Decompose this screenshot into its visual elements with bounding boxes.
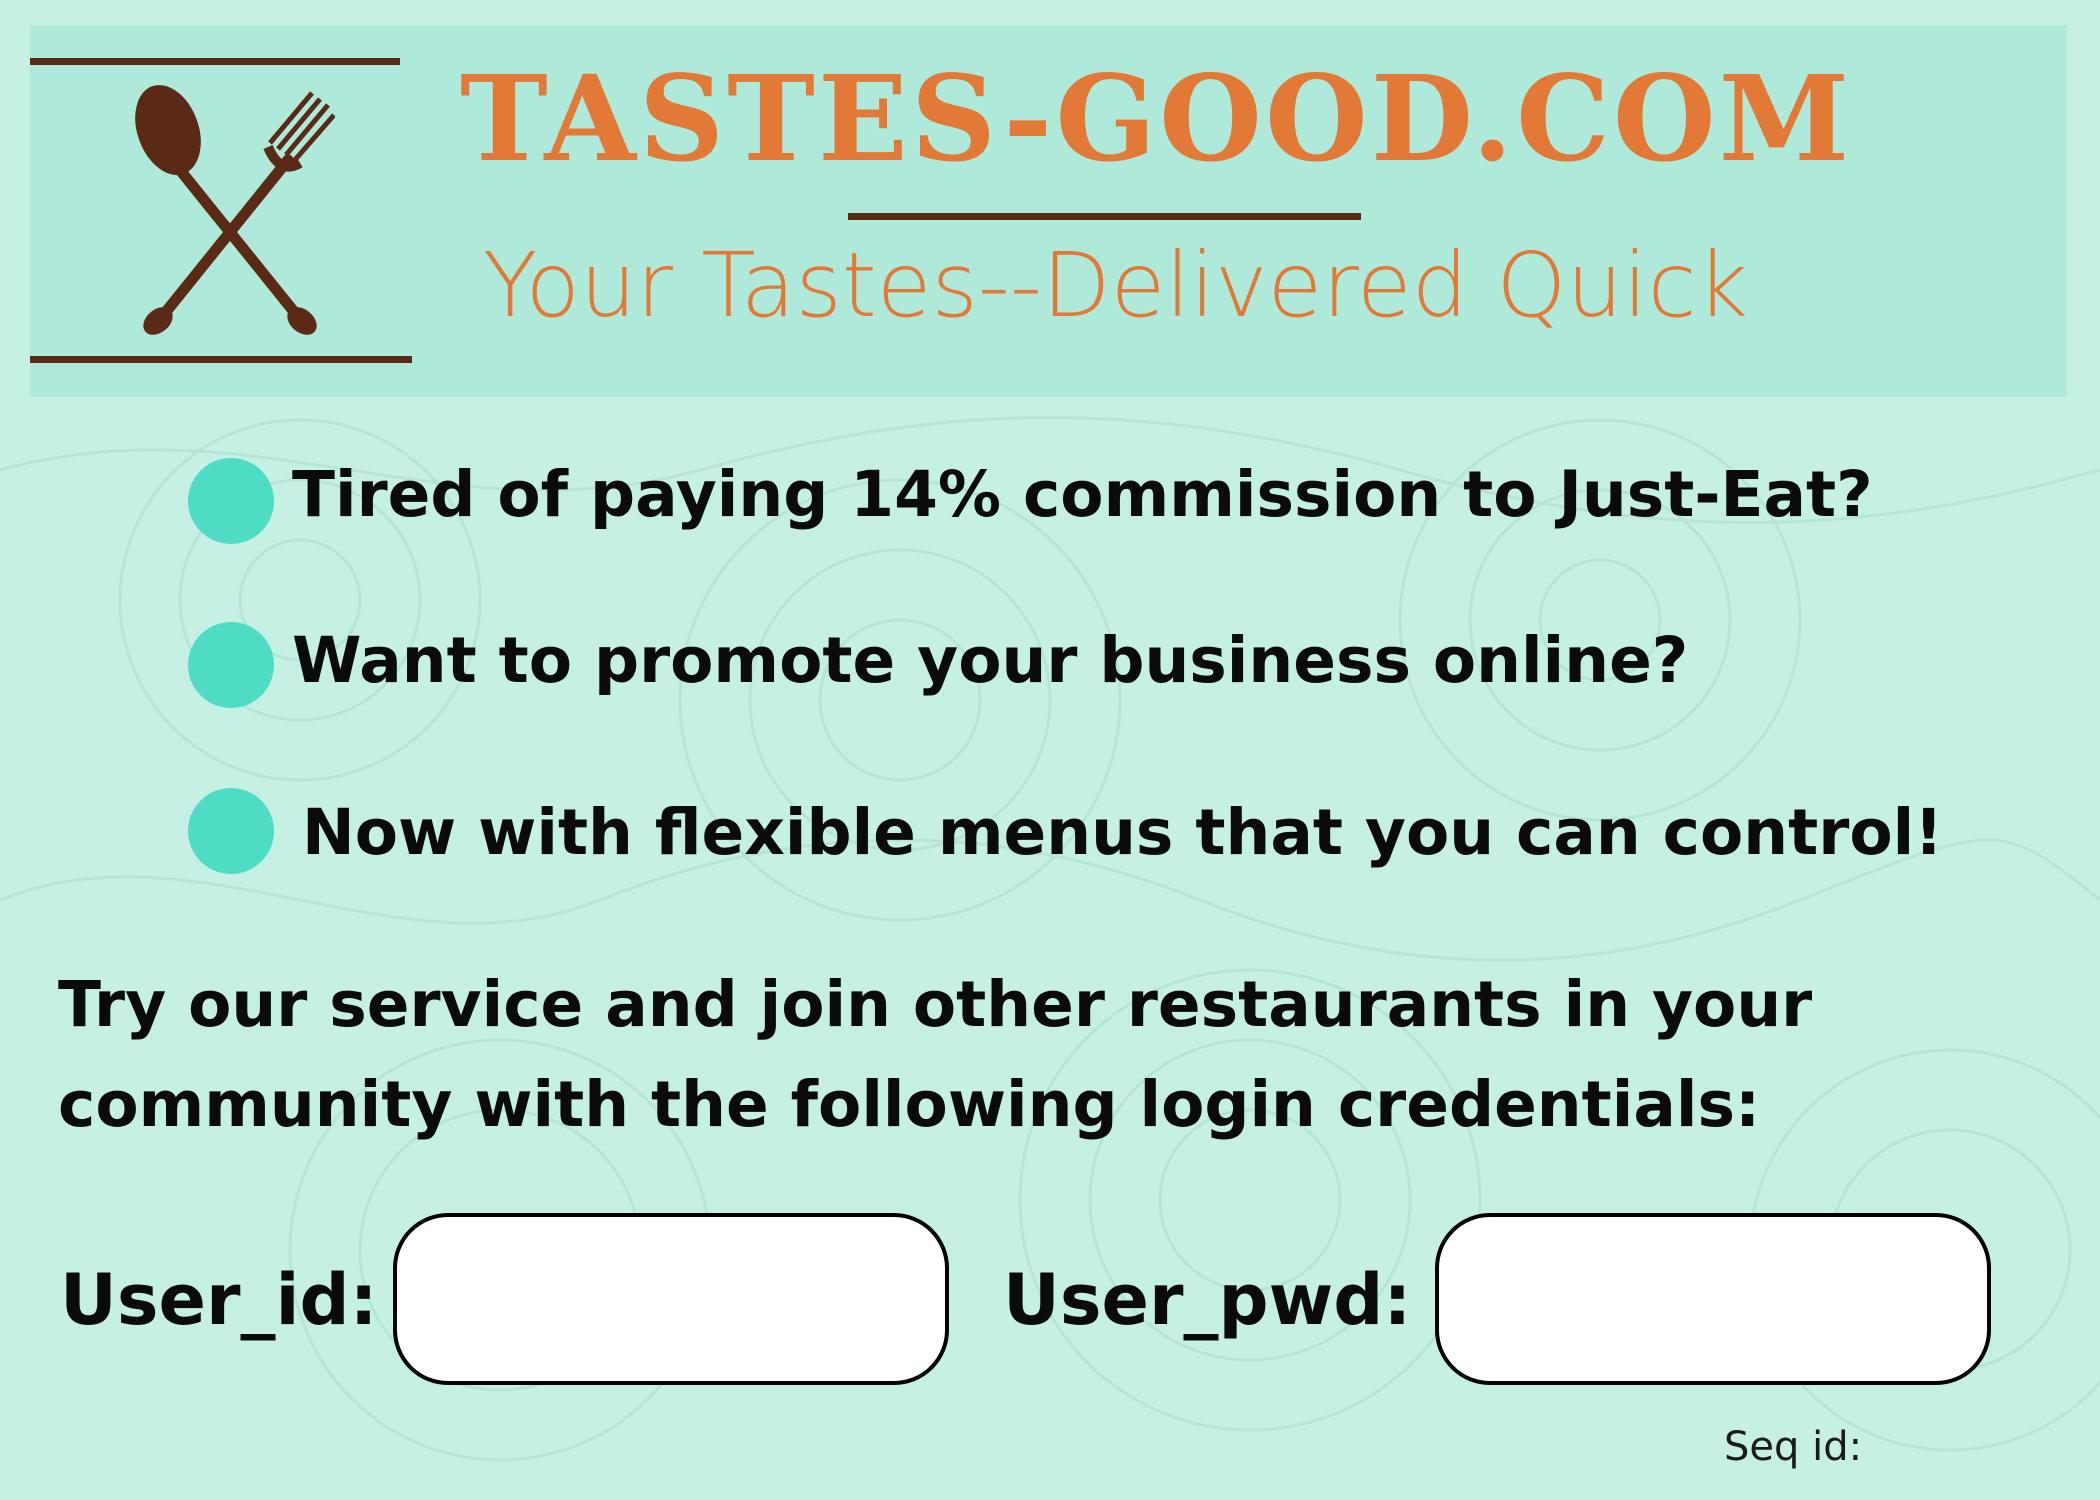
brand-tagline: Your Tastes--Delivered Quick xyxy=(483,233,1749,337)
call-to-action: Try our service and join other restauran… xyxy=(58,955,1958,1155)
cta-line-1: Try our service and join other restauran… xyxy=(58,968,1813,1041)
bullet-text-commission: Tired of paying 14% commission to Just-E… xyxy=(292,458,1873,531)
bullet-text-promote: Want to promote your business online? xyxy=(292,624,1689,697)
user-pwd-label: User_pwd: xyxy=(1003,1259,1412,1341)
banner-bottom-left-rule xyxy=(30,356,412,363)
bullet-text-menus: Now with flexible menus that you can con… xyxy=(302,796,1943,869)
user-id-label: User_id: xyxy=(60,1259,378,1341)
spoon-fork-crossed-icon xyxy=(135,85,335,335)
banner-center-rule xyxy=(848,213,1361,220)
seq-id-label: Seq id: xyxy=(1724,1424,1863,1470)
cta-line-2: community with the following login crede… xyxy=(58,1068,1761,1141)
brand-name: TASTES-GOOD.COM xyxy=(460,49,1853,188)
bullet-dot xyxy=(188,622,274,708)
user-id-input[interactable] xyxy=(393,1213,949,1385)
bullet-dot xyxy=(188,458,274,544)
banner-top-left-rule xyxy=(30,58,400,65)
user-pwd-input[interactable] xyxy=(1435,1213,1991,1385)
bullet-dot xyxy=(188,788,274,874)
